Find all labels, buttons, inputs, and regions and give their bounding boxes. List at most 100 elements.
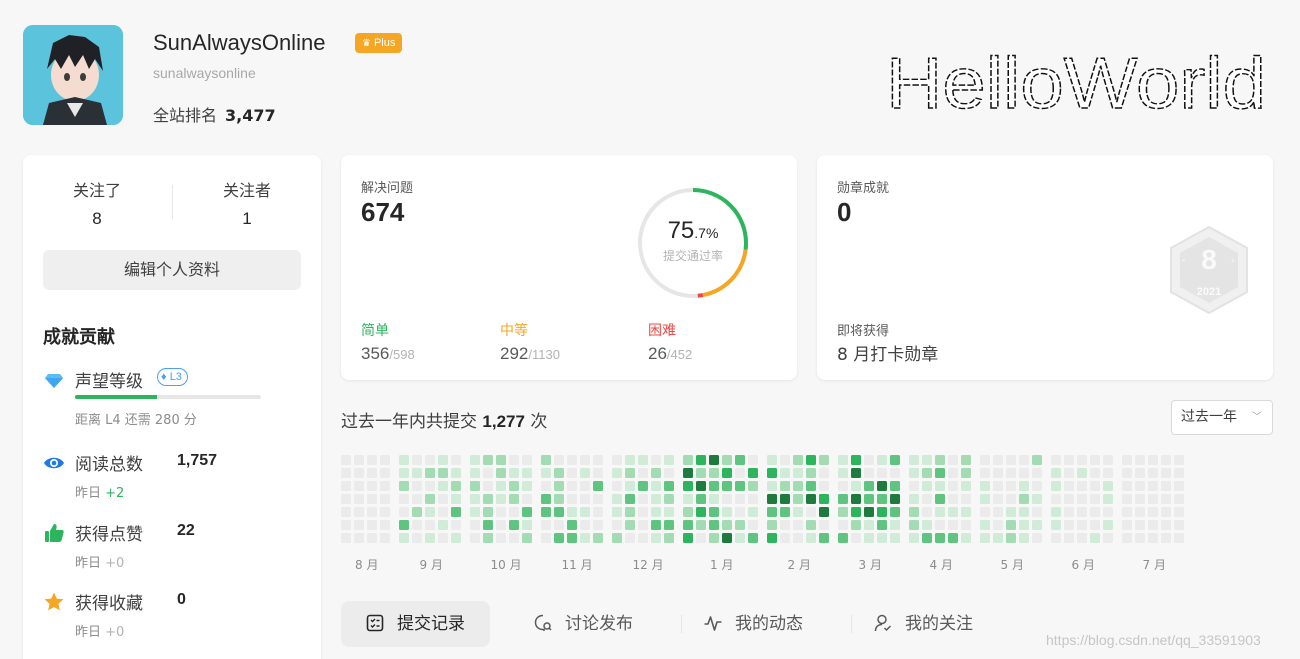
heatmap-cell[interactable] bbox=[709, 520, 719, 530]
heatmap-cell[interactable] bbox=[354, 520, 364, 530]
heatmap-cell[interactable] bbox=[470, 520, 480, 530]
heatmap-cell[interactable] bbox=[651, 520, 661, 530]
heatmap-cell[interactable] bbox=[438, 507, 448, 517]
heatmap-cell[interactable] bbox=[1135, 520, 1145, 530]
heatmap-cell[interactable] bbox=[709, 533, 719, 543]
heatmap-cell[interactable] bbox=[625, 481, 635, 491]
heatmap-cell[interactable] bbox=[890, 468, 900, 478]
heatmap-cell[interactable] bbox=[793, 481, 803, 491]
heatmap-cell[interactable] bbox=[1174, 494, 1184, 504]
heatmap-cell[interactable] bbox=[664, 494, 674, 504]
heatmap-cell[interactable] bbox=[735, 494, 745, 504]
heatmap-cell[interactable] bbox=[980, 455, 990, 465]
heatmap-cell[interactable] bbox=[735, 533, 745, 543]
heatmap-cell[interactable] bbox=[864, 481, 874, 491]
heatmap-cell[interactable] bbox=[722, 494, 732, 504]
heatmap-cell[interactable] bbox=[948, 507, 958, 517]
heatmap-cell[interactable] bbox=[554, 494, 564, 504]
heatmap-cell[interactable] bbox=[354, 481, 364, 491]
heatmap-cell[interactable] bbox=[399, 468, 409, 478]
heatmap-cell[interactable] bbox=[1122, 533, 1132, 543]
heatmap-cell[interactable] bbox=[1032, 520, 1042, 530]
heatmap-cell[interactable] bbox=[935, 520, 945, 530]
heatmap-cell[interactable] bbox=[1019, 507, 1029, 517]
heatmap-cell[interactable] bbox=[1161, 520, 1171, 530]
heatmap-cell[interactable] bbox=[1174, 533, 1184, 543]
heatmap-cell[interactable] bbox=[877, 507, 887, 517]
heatmap-cell[interactable] bbox=[722, 455, 732, 465]
heatmap-cell[interactable] bbox=[541, 533, 551, 543]
heatmap-cell[interactable] bbox=[483, 507, 493, 517]
heatmap-cell[interactable] bbox=[483, 494, 493, 504]
heatmap-cell[interactable] bbox=[425, 468, 435, 478]
heatmap-cell[interactable] bbox=[541, 468, 551, 478]
heatmap-cell[interactable] bbox=[935, 468, 945, 478]
heatmap-cell[interactable] bbox=[890, 455, 900, 465]
heatmap-cell[interactable] bbox=[709, 507, 719, 517]
heatmap-cell[interactable] bbox=[580, 455, 590, 465]
heatmap-cell[interactable] bbox=[1090, 507, 1100, 517]
heatmap-cell[interactable] bbox=[683, 533, 693, 543]
heatmap-cell[interactable] bbox=[748, 507, 758, 517]
heatmap-cell[interactable] bbox=[593, 494, 603, 504]
heatmap-cell[interactable] bbox=[1135, 507, 1145, 517]
heatmap-cell[interactable] bbox=[522, 481, 532, 491]
heatmap-cell[interactable] bbox=[993, 520, 1003, 530]
heatmap-cell[interactable] bbox=[683, 455, 693, 465]
heatmap-cell[interactable] bbox=[554, 468, 564, 478]
heatmap-cell[interactable] bbox=[1032, 455, 1042, 465]
heatmap-cell[interactable] bbox=[890, 520, 900, 530]
heatmap-cell[interactable] bbox=[1135, 468, 1145, 478]
heatmap-cell[interactable] bbox=[961, 455, 971, 465]
heatmap-cell[interactable] bbox=[1006, 455, 1016, 465]
heatmap-cell[interactable] bbox=[651, 481, 661, 491]
heatmap-cell[interactable] bbox=[1174, 520, 1184, 530]
heatmap-cell[interactable] bbox=[1077, 494, 1087, 504]
heatmap-cell[interactable] bbox=[638, 533, 648, 543]
heatmap-cell[interactable] bbox=[580, 507, 590, 517]
heatmap-cell[interactable] bbox=[541, 507, 551, 517]
heatmap-cell[interactable] bbox=[1148, 520, 1158, 530]
heatmap-cell[interactable] bbox=[767, 520, 777, 530]
heatmap-cell[interactable] bbox=[980, 468, 990, 478]
heatmap-cell[interactable] bbox=[922, 507, 932, 517]
heatmap-cell[interactable] bbox=[709, 481, 719, 491]
heatmap-cell[interactable] bbox=[877, 481, 887, 491]
heatmap-cell[interactable] bbox=[625, 468, 635, 478]
heatmap-cell[interactable] bbox=[580, 533, 590, 543]
heatmap-cell[interactable] bbox=[851, 494, 861, 504]
heatmap-cell[interactable] bbox=[683, 481, 693, 491]
heatmap-cell[interactable] bbox=[541, 481, 551, 491]
heatmap-cell[interactable] bbox=[593, 507, 603, 517]
heatmap-cell[interactable] bbox=[412, 481, 422, 491]
heatmap-cell[interactable] bbox=[851, 533, 861, 543]
heatmap-cell[interactable] bbox=[1135, 533, 1145, 543]
heatmap-cell[interactable] bbox=[767, 494, 777, 504]
heatmap-cell[interactable] bbox=[1174, 481, 1184, 491]
heatmap-cell[interactable] bbox=[438, 481, 448, 491]
heatmap-cell[interactable] bbox=[651, 468, 661, 478]
heatmap-cell[interactable] bbox=[909, 533, 919, 543]
heatmap-cell[interactable] bbox=[696, 494, 706, 504]
heatmap-cell[interactable] bbox=[735, 520, 745, 530]
heatmap-cell[interactable] bbox=[625, 520, 635, 530]
heatmap-cell[interactable] bbox=[1148, 533, 1158, 543]
heatmap-cell[interactable] bbox=[1122, 520, 1132, 530]
heatmap-cell[interactable] bbox=[567, 481, 577, 491]
heatmap-cell[interactable] bbox=[948, 494, 958, 504]
heatmap-cell[interactable] bbox=[961, 481, 971, 491]
heatmap-cell[interactable] bbox=[1006, 468, 1016, 478]
followers-stat[interactable]: 关注者 1 bbox=[177, 177, 317, 229]
heatmap-cell[interactable] bbox=[980, 507, 990, 517]
heatmap-cell[interactable] bbox=[451, 494, 461, 504]
heatmap-cell[interactable] bbox=[683, 520, 693, 530]
heatmap-cell[interactable] bbox=[612, 481, 622, 491]
heatmap-cell[interactable] bbox=[767, 507, 777, 517]
heatmap-cell[interactable] bbox=[961, 468, 971, 478]
heatmap-cell[interactable] bbox=[367, 481, 377, 491]
heatmap-cell[interactable] bbox=[1064, 533, 1074, 543]
heatmap-cell[interactable] bbox=[451, 468, 461, 478]
heatmap-cell[interactable] bbox=[851, 468, 861, 478]
heatmap-cell[interactable] bbox=[522, 520, 532, 530]
heatmap-cell[interactable] bbox=[651, 494, 661, 504]
